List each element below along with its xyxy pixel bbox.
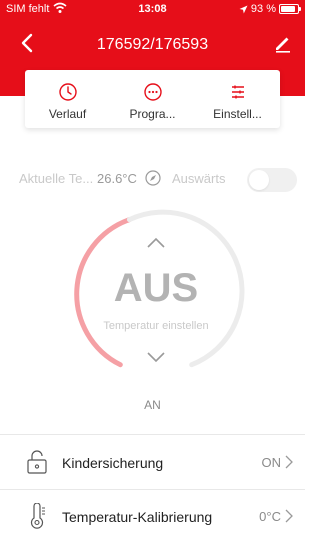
tab-card: Verlauf Progra... Einstell... <box>25 70 280 128</box>
page-title: 176592/176593 <box>96 36 209 53</box>
child-lock-value: ON <box>261 455 282 470</box>
nav-bar: 176592/176593 <box>0 30 305 58</box>
thermometer-icon <box>30 503 45 529</box>
clock-icon <box>58 83 77 101</box>
child-lock-label: Kindersicherung <box>62 455 164 471</box>
away-toggle[interactable] <box>247 168 297 192</box>
tab-history-label: Verlauf <box>48 107 87 121</box>
battery-percent: 93 % <box>250 3 276 15</box>
temperature-dial[interactable]: AUS Temperatur einstellen <box>66 204 246 384</box>
chevron-right-icon <box>285 509 293 523</box>
decrease-chevron-icon[interactable] <box>146 350 166 364</box>
dial-hint: Temperatur einstellen <box>103 320 209 332</box>
on-button[interactable]: AN <box>0 398 305 412</box>
lock-icon <box>27 450 47 474</box>
chevron-right-icon <box>285 455 293 469</box>
settings-row-temp-calibration[interactable]: Temperatur-Kalibrierung 0°C <box>0 490 305 539</box>
location-icon <box>239 5 248 13</box>
temp-calibration-label: Temperatur-Kalibrierung <box>62 509 213 525</box>
current-temp-value: 26.6°C <box>97 171 137 186</box>
program-icon <box>143 83 162 101</box>
current-temp-label: Aktuelle Te... <box>19 171 94 186</box>
current-temp-row: Aktuelle Te... 26.6°C Auswärts <box>19 168 297 192</box>
status-bar: SIM fehlt 13:08 93 % <box>0 0 305 20</box>
tab-settings[interactable]: Einstell... <box>195 70 280 128</box>
tab-settings-label: Einstell... <box>213 107 262 121</box>
settings-lines-icon <box>231 85 244 99</box>
tab-history[interactable]: Verlauf <box>25 70 110 128</box>
temp-calibration-value: 0°C <box>259 509 281 524</box>
dial-state: AUS <box>113 266 199 310</box>
battery-icon <box>279 4 301 14</box>
tab-program-label: Progra... <box>129 107 176 121</box>
status-right: 93 % <box>239 3 301 15</box>
tab-program[interactable]: Progra... <box>110 70 195 128</box>
divider <box>0 434 305 435</box>
compass-icon <box>145 170 161 186</box>
toggle-knob <box>249 170 269 190</box>
settings-row-child-lock[interactable]: Kindersicherung ON <box>0 436 305 490</box>
increase-chevron-icon[interactable] <box>146 236 166 250</box>
away-label: Auswärts <box>172 171 226 186</box>
edit-pencil-icon[interactable] <box>273 33 293 53</box>
